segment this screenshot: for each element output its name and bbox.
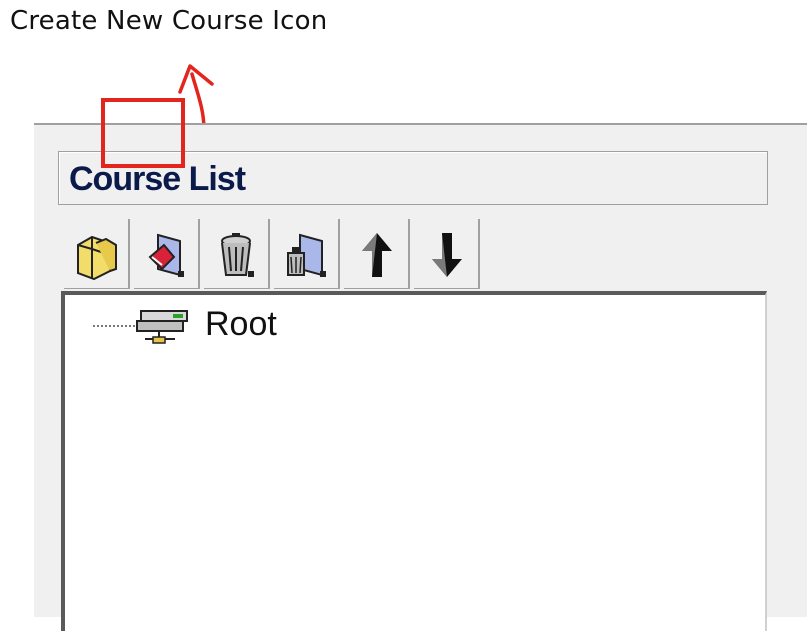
tree-connector	[93, 325, 135, 327]
course-list-panel: Course List Root	[34, 123, 807, 631]
arrow-up-icon	[362, 233, 392, 277]
create-new-course-button[interactable]	[134, 219, 200, 289]
tree-root-label[interactable]: Root	[205, 305, 277, 344]
annotation-highlight-box	[101, 98, 185, 168]
properties-button[interactable]	[274, 219, 340, 289]
annotation-caption: Create New Course Icon	[10, 6, 328, 36]
move-down-button[interactable]	[414, 219, 480, 289]
open-course-button[interactable]	[64, 219, 130, 289]
package-icon	[77, 235, 117, 281]
arrow-down-icon	[432, 233, 462, 277]
move-up-button[interactable]	[344, 219, 410, 289]
trash-icon	[221, 233, 254, 277]
new-course-icon	[148, 233, 184, 277]
course-tree: Root	[61, 291, 767, 631]
course-toolbar	[64, 219, 584, 289]
delete-course-button[interactable]	[204, 219, 270, 289]
network-server-icon	[136, 310, 188, 344]
document-icon	[287, 233, 326, 277]
